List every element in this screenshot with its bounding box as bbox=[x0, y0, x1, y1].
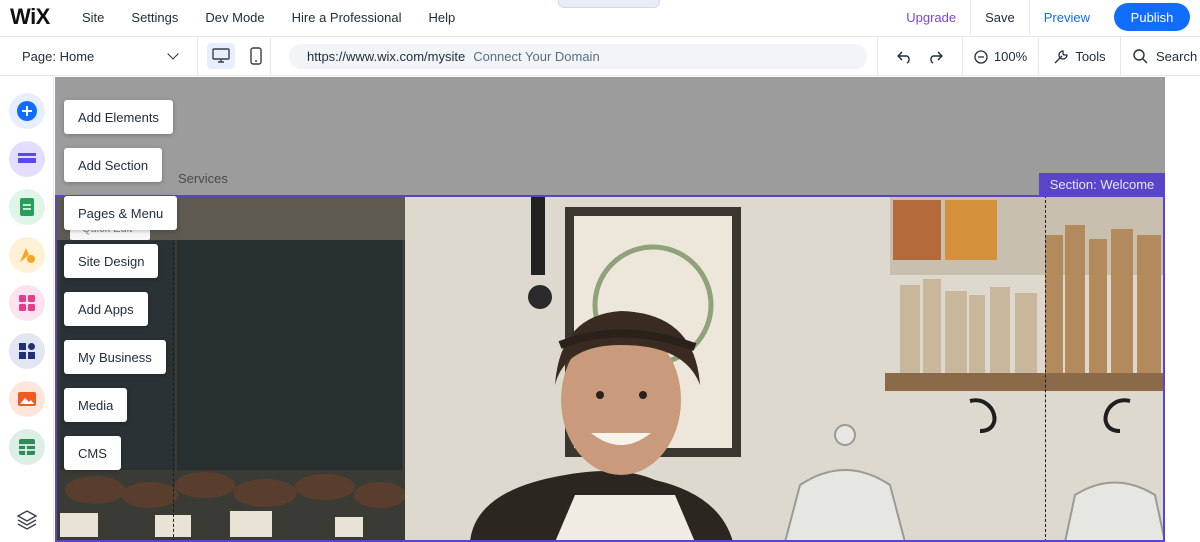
tools-label: Tools bbox=[1075, 49, 1106, 64]
tools-button[interactable]: Tools bbox=[1038, 37, 1120, 76]
menu-help[interactable]: Help bbox=[428, 10, 455, 25]
add-section-rail-button[interactable] bbox=[9, 141, 45, 177]
top-pull-tab[interactable] bbox=[558, 0, 660, 8]
page-selector-label: Page: Home bbox=[22, 49, 95, 64]
top-menu: Site Settings Dev Mode Hire a Profession… bbox=[82, 0, 482, 34]
pages-menu-rail-button[interactable] bbox=[9, 189, 45, 225]
cms-rail-button[interactable] bbox=[9, 429, 45, 465]
media-button[interactable]: Media bbox=[64, 388, 128, 422]
site-design-icon bbox=[20, 248, 35, 263]
section-label[interactable]: Section: Welcome bbox=[1039, 173, 1165, 196]
cms-icon bbox=[19, 439, 35, 455]
search-label: Search bbox=[1156, 49, 1198, 64]
desktop-view-button[interactable] bbox=[207, 43, 235, 69]
mobile-icon bbox=[250, 47, 262, 65]
mobile-view-button[interactable] bbox=[242, 43, 270, 69]
publish-button[interactable]: Publish bbox=[1114, 3, 1190, 31]
desktop-icon bbox=[212, 48, 230, 63]
media-icon bbox=[18, 392, 36, 406]
site-nav-services[interactable]: Services bbox=[178, 171, 228, 186]
menu-settings[interactable]: Settings bbox=[131, 10, 178, 25]
top-bar: WiX Site Settings Dev Mode Hire a Profes… bbox=[0, 0, 1200, 34]
add-apps-icon bbox=[19, 295, 35, 311]
connect-domain-link[interactable]: Connect Your Domain bbox=[473, 49, 599, 64]
undo-button[interactable] bbox=[892, 37, 918, 76]
undo-icon bbox=[897, 51, 910, 64]
page-selector[interactable]: Page: Home bbox=[0, 37, 198, 76]
left-rail bbox=[0, 77, 54, 542]
grid-guide-line bbox=[1045, 195, 1046, 542]
redo-button[interactable] bbox=[922, 37, 948, 76]
add-elements-button[interactable]: Add Elements bbox=[64, 100, 173, 134]
my-business-icon bbox=[19, 343, 35, 359]
my-business-rail-button[interactable] bbox=[9, 333, 45, 369]
search-icon bbox=[1133, 49, 1148, 64]
grid-guide-line bbox=[173, 242, 174, 542]
add-elements-rail-button[interactable] bbox=[9, 93, 45, 129]
menu-dev-mode[interactable]: Dev Mode bbox=[205, 10, 264, 25]
my-business-button[interactable]: My Business bbox=[64, 340, 166, 374]
redo-icon bbox=[930, 51, 943, 64]
zoom-level: 100% bbox=[993, 49, 1028, 64]
add-elements-icon bbox=[17, 101, 37, 121]
site-design-rail-button[interactable] bbox=[9, 237, 45, 273]
site-url: https://www.wix.com/mysite bbox=[307, 49, 466, 64]
zoom-button[interactable]: 100% bbox=[962, 37, 1038, 76]
add-apps-button[interactable]: Add Apps bbox=[64, 292, 148, 326]
pages-menu-icon bbox=[20, 198, 34, 216]
top-actions: Upgrade Save Preview Publish bbox=[892, 0, 1200, 34]
layers-icon[interactable] bbox=[15, 508, 39, 532]
pages-menu-button[interactable]: Pages & Menu bbox=[64, 196, 178, 230]
chevron-down-icon bbox=[167, 48, 179, 60]
url-bar: https://www.wix.com/mysite Connect Your … bbox=[270, 37, 878, 76]
menu-site[interactable]: Site bbox=[82, 10, 104, 25]
editor-toolbar: Page: Home https://www.wix.com/mysite Co… bbox=[0, 36, 1200, 76]
add-section-button[interactable]: Add Section bbox=[64, 148, 163, 182]
preview-button[interactable]: Preview bbox=[1028, 0, 1104, 34]
save-button[interactable]: Save bbox=[970, 0, 1029, 34]
menu-hire-professional[interactable]: Hire a Professional bbox=[292, 10, 402, 25]
canvas-right-margin bbox=[1165, 77, 1200, 542]
zoom-out-icon bbox=[974, 49, 988, 64]
wix-logo[interactable]: WiX bbox=[10, 4, 50, 30]
welcome-hero-image[interactable] bbox=[55, 195, 1165, 542]
add-section-icon bbox=[18, 153, 36, 163]
tools-icon bbox=[1054, 49, 1068, 63]
editor-canvas[interactable]: Services Section: Welcome bbox=[55, 77, 1165, 542]
search-button[interactable]: Search bbox=[1120, 37, 1200, 76]
upgrade-link[interactable]: Upgrade bbox=[892, 0, 970, 34]
add-apps-rail-button[interactable] bbox=[9, 285, 45, 321]
media-rail-button[interactable] bbox=[9, 381, 45, 417]
cms-button[interactable]: CMS bbox=[64, 436, 121, 470]
site-design-button[interactable]: Site Design bbox=[64, 244, 159, 278]
